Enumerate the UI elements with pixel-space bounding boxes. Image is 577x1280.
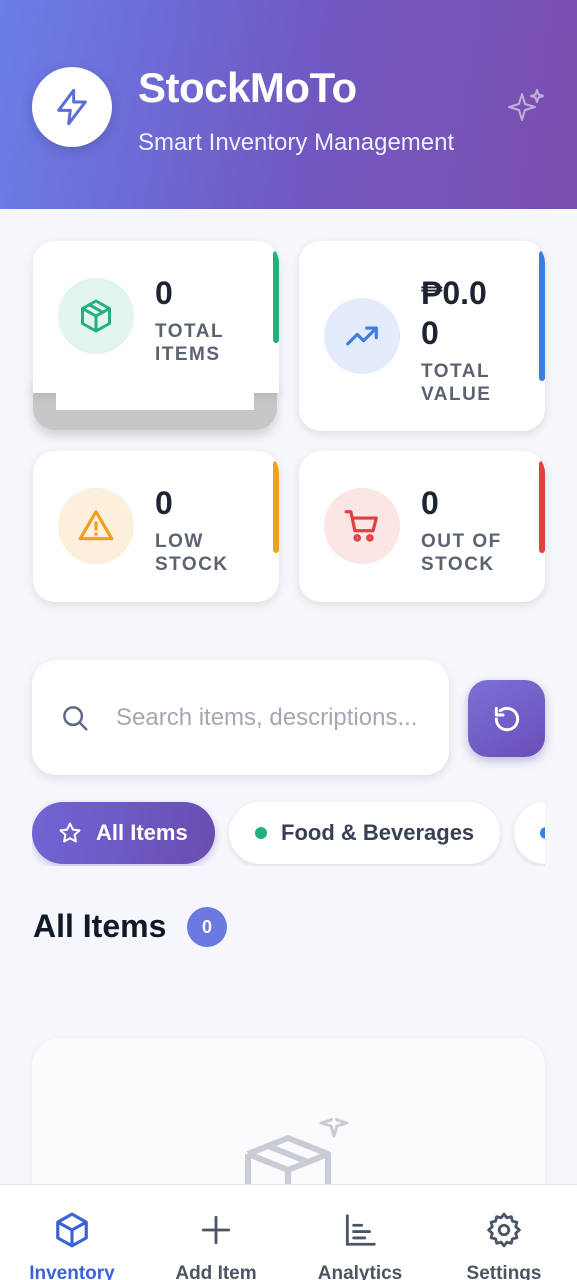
icon-circle: [324, 298, 400, 374]
stat-label-line2: STOCK: [421, 554, 495, 575]
filter-chip-all-items[interactable]: All Items: [32, 802, 215, 864]
app-header: StockMoTo Smart Inventory Management: [0, 0, 577, 209]
nav-label: Settings: [466, 1263, 542, 1280]
filter-chip-label: All Items: [96, 820, 188, 845]
accent-bar: [273, 461, 279, 553]
nav-add-item[interactable]: Add Item: [144, 1185, 288, 1280]
icon-circle: [324, 488, 400, 564]
stat-card-total-value[interactable]: ₱0.0 0 TOTAL VALUE: [299, 241, 545, 431]
stat-label-line2: VALUE: [421, 384, 492, 405]
filter-chip-label: Food & Beverages: [281, 820, 475, 845]
bar-chart-icon: [345, 1214, 376, 1246]
cube-icon: [56, 1212, 88, 1248]
warning-icon: [78, 510, 114, 541]
stat-label: TOTAL ITEMS: [155, 320, 224, 366]
stat-label: OUT OF STOCK: [421, 530, 502, 576]
stat-value: ₱0.0 0: [421, 273, 487, 353]
gear-icon: [487, 1212, 521, 1248]
accent-bar: [539, 461, 545, 553]
filter-chip-food-beverages[interactable]: Food & Beverages: [229, 802, 500, 864]
sparkle-icon: [508, 89, 544, 121]
filter-chip-more[interactable]: [514, 802, 545, 864]
icon-circle: [58, 278, 134, 354]
trending-up-icon: [346, 326, 378, 346]
stat-value-line2: 0: [421, 315, 439, 351]
stat-label-line2: STOCK: [155, 554, 229, 575]
nav-settings[interactable]: Settings: [432, 1185, 576, 1280]
stat-label: LOW STOCK: [155, 530, 229, 576]
refresh-icon: [494, 706, 519, 731]
nav-label: Add Item: [175, 1263, 257, 1280]
item-count-badge: 0: [187, 907, 227, 947]
bottom-navigation: Inventory Add Item Analytics Settings: [0, 1184, 577, 1280]
card-notch: [56, 392, 254, 410]
stat-label: TOTAL VALUE: [421, 360, 491, 406]
category-dot: [540, 827, 545, 839]
stat-card-low-stock[interactable]: 0 LOW STOCK: [33, 451, 279, 602]
cart-icon: [344, 510, 378, 542]
stat-card-out-of-stock[interactable]: 0 OUT OF STOCK: [299, 451, 545, 602]
icon-circle: [58, 488, 134, 564]
section-title: All Items: [33, 908, 167, 944]
search-icon: [63, 706, 88, 731]
nav-analytics[interactable]: Analytics: [288, 1185, 432, 1280]
stat-label-line1: OUT OF: [421, 531, 502, 552]
nav-label: Analytics: [317, 1263, 403, 1280]
refresh-button[interactable]: [468, 680, 545, 757]
lightning-icon: [57, 88, 87, 126]
app-subtitle: Smart Inventory Management: [138, 129, 455, 156]
stat-value: 0: [421, 485, 439, 521]
stat-value-line1: ₱0.0: [421, 275, 487, 311]
plus-icon: [201, 1215, 231, 1245]
accent-bar: [273, 251, 279, 343]
search-bar: [32, 660, 449, 775]
package-icon: [81, 299, 111, 333]
stat-card-total-items[interactable]: 0 TOTAL ITEMS: [33, 241, 279, 393]
star-icon: [59, 822, 81, 843]
stat-value: 0: [155, 485, 173, 521]
stat-value: 0: [155, 275, 173, 311]
category-filter-bar: All Items Food & Beverages: [32, 800, 545, 866]
nav-label: Inventory: [29, 1263, 115, 1280]
stat-label-line1: TOTAL: [155, 321, 225, 342]
app-logo: [32, 67, 112, 147]
category-dot: [255, 827, 267, 839]
app-title: StockMoTo: [138, 64, 357, 111]
nav-inventory[interactable]: Inventory: [0, 1185, 144, 1280]
stat-label-line1: TOTAL: [421, 361, 491, 382]
accent-bar: [539, 251, 545, 381]
search-input[interactable]: [116, 698, 421, 738]
stat-label-line1: LOW: [155, 531, 204, 552]
stat-label-line2: ITEMS: [155, 344, 221, 365]
